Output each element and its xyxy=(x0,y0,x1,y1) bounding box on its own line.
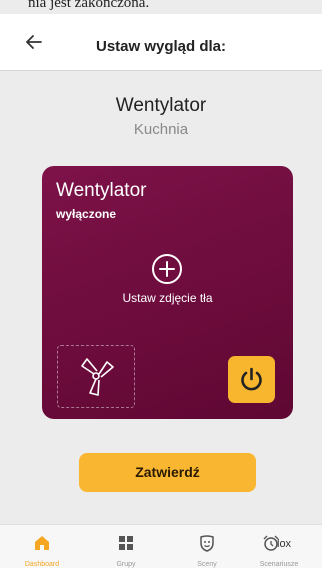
tile-device-name: Wentylator xyxy=(56,180,147,201)
nav-item-dashboard[interactable]: Dashboard xyxy=(7,525,77,568)
power-icon xyxy=(241,367,262,391)
status-bar: nia jest zakończona. xyxy=(0,0,322,14)
scene-icon xyxy=(200,535,214,552)
nav-item-sceny[interactable]: Sceny xyxy=(172,525,242,568)
nav-item-grupy[interactable]: Grupy xyxy=(91,525,161,568)
plus-circle-icon[interactable] xyxy=(151,253,183,285)
fan-icon xyxy=(81,358,114,396)
status-text: nia jest zakończona. xyxy=(28,0,150,11)
room-name: Kuchnia xyxy=(133,121,189,138)
brand-logo: lox xyxy=(277,538,292,550)
device-tile-preview: Wentylator wyłączone Ustaw zdjęcie tła xyxy=(42,166,293,419)
page-title: Ustaw wygląd dla: xyxy=(95,38,227,55)
home-icon xyxy=(35,536,49,550)
confirm-button[interactable]: Zatwierdź xyxy=(79,453,256,492)
bottom-navigation: Dashboard Grupy Sceny Scenariusze lox xyxy=(0,524,322,568)
grid-icon xyxy=(119,536,133,550)
set-background-button[interactable]: Ustaw zdjęcie tła xyxy=(42,291,293,305)
power-button[interactable] xyxy=(228,356,275,403)
device-icon-picker[interactable] xyxy=(57,345,135,408)
tile-device-state: wyłączone xyxy=(56,207,117,221)
header: Ustaw wygląd dla: xyxy=(0,14,322,71)
device-name: Wentylator xyxy=(115,95,207,116)
